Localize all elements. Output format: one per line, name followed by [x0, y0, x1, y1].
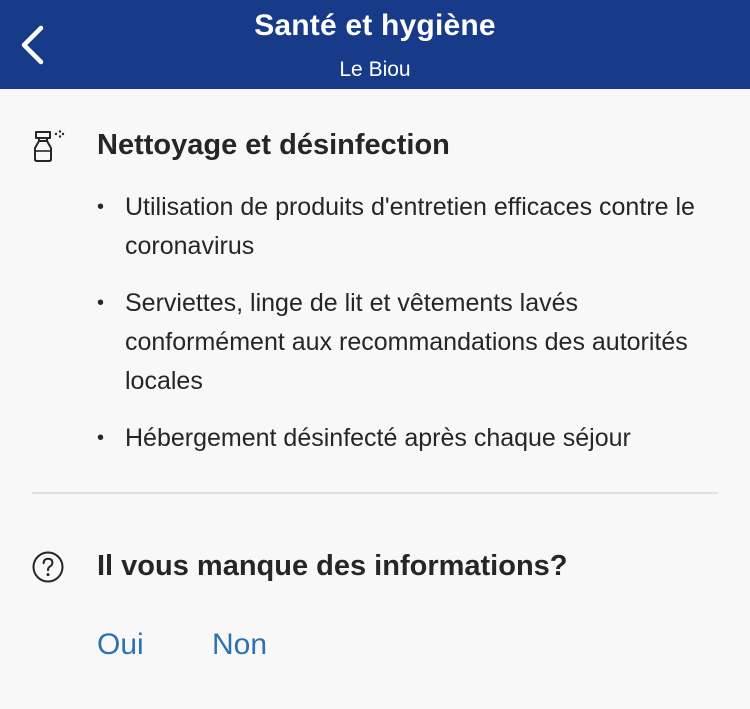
list-item: Utilisation de produits d'entretien effi…	[97, 188, 727, 266]
divider	[32, 492, 718, 494]
no-button[interactable]: Non	[212, 628, 267, 662]
feedback-title: Il vous manque des informations?	[97, 550, 568, 582]
page-subtitle: Le Biou	[339, 58, 411, 81]
cleaning-title: Nettoyage et désinfection	[97, 129, 450, 161]
list-item: Hébergement désinfecté après chaque séjo…	[97, 419, 727, 458]
page-title: Santé et hygiène	[254, 9, 496, 42]
cleaning-list: Utilisation de produits d'entretien effi…	[97, 188, 727, 476]
question-circle-icon	[32, 551, 64, 583]
yes-button[interactable]: Oui	[97, 628, 144, 662]
spray-bottle-icon	[34, 130, 65, 162]
list-item: Serviettes, linge de lit et vêtements la…	[97, 284, 727, 401]
app-header: Santé et hygiène Le Biou	[0, 0, 750, 89]
